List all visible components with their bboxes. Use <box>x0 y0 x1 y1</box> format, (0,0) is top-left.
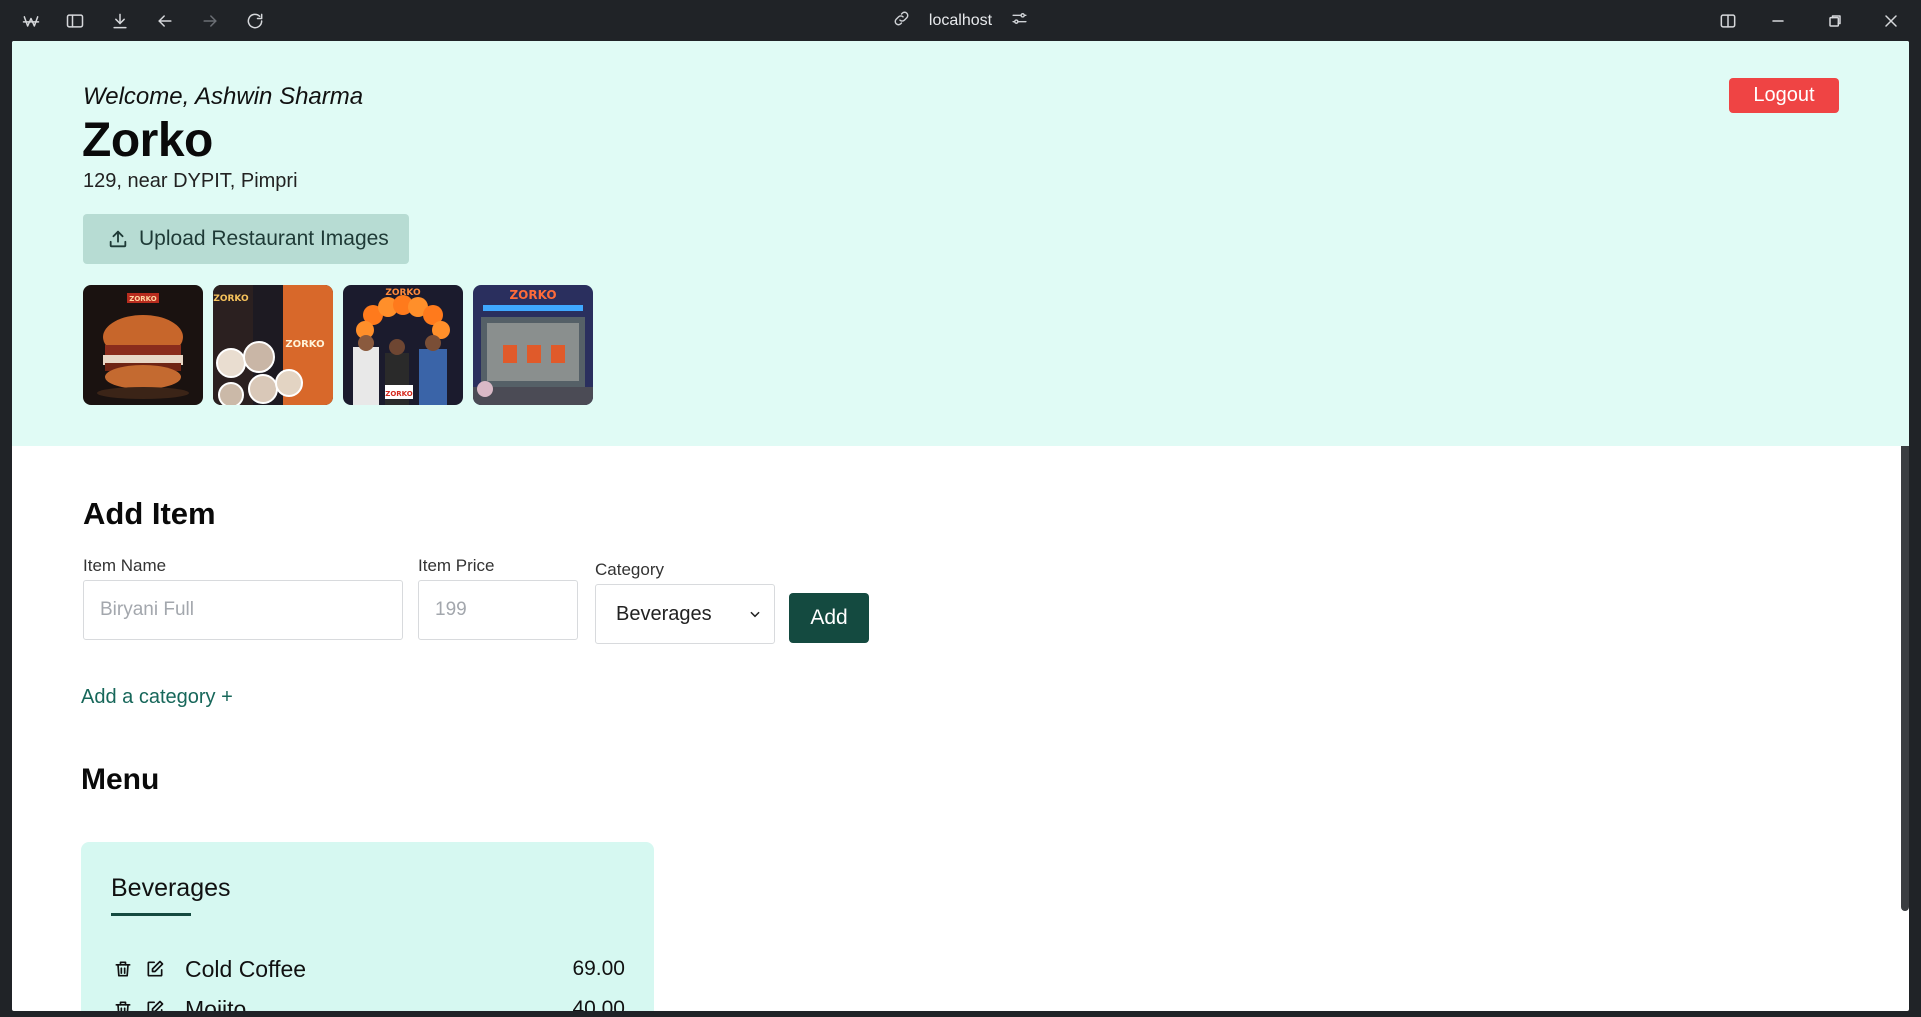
restaurant-image-burger[interactable]: ZORKO <box>83 285 203 405</box>
svg-text:ZORKO: ZORKO <box>129 295 157 303</box>
category-card: Beverages Cold Coffee 69.00 Mojito 40.00 <box>81 842 654 1011</box>
upload-images-button[interactable]: Upload Restaurant Images <box>83 214 409 264</box>
item-name-label: Item Name <box>83 556 167 575</box>
category-label: Category <box>595 560 664 579</box>
menu-item-row: Cold Coffee 69.00 <box>111 953 625 985</box>
category-select[interactable]: Beverages <box>595 584 775 644</box>
sidebar-icon[interactable] <box>63 9 87 33</box>
forward-icon[interactable] <box>198 9 222 33</box>
menu-item-price: 40.00 <box>572 997 625 1011</box>
back-icon[interactable] <box>153 9 177 33</box>
restaurant-images: ZORKO ZORKO ZORKO ZORKO ZORKO ZORKO <box>83 285 593 405</box>
logout-button[interactable]: Logout <box>1729 78 1839 113</box>
page-viewport: Welcome, Ashwin Sharma Zorko 129, near D… <box>12 41 1909 1011</box>
url-text[interactable]: localhost <box>929 12 992 30</box>
reload-icon[interactable] <box>243 9 267 33</box>
item-price-input[interactable] <box>418 580 578 640</box>
site-settings-icon[interactable] <box>1010 9 1029 32</box>
close-icon[interactable] <box>1879 9 1903 33</box>
menu-item-name: Cold Coffee <box>185 955 307 982</box>
menu-item-price: 69.00 <box>572 957 625 980</box>
svg-text:ZORKO: ZORKO <box>285 339 324 350</box>
category-selected-value: Beverages <box>616 602 712 625</box>
edit-icon[interactable] <box>143 997 167 1011</box>
edit-icon[interactable] <box>143 957 167 981</box>
delete-icon[interactable] <box>111 997 135 1011</box>
app-logo-icon[interactable] <box>19 9 43 33</box>
add-item-button[interactable]: Add <box>789 593 869 643</box>
add-item-title: Add Item <box>83 496 216 531</box>
download-icon[interactable] <box>108 9 132 33</box>
svg-text:ZORKO: ZORKO <box>213 294 249 304</box>
delete-icon[interactable] <box>111 957 135 981</box>
browser-titlebar: localhost <box>0 0 1921 41</box>
split-view-icon[interactable] <box>1716 9 1740 33</box>
menu-item-name: Mojito <box>185 995 247 1012</box>
add-category-link[interactable]: Add a category + <box>81 686 233 709</box>
restaurant-address: 129, near DYPIT, Pimpri <box>83 170 298 192</box>
address-bar: localhost <box>0 0 1921 41</box>
restaurant-image-opening[interactable]: ZORKO ZORKO <box>343 285 463 405</box>
chevron-down-icon <box>750 611 760 618</box>
restaurant-name: Zorko <box>82 114 213 167</box>
restaurant-header: Welcome, Ashwin Sharma Zorko 129, near D… <box>12 41 1909 446</box>
item-name-input[interactable] <box>83 580 403 640</box>
welcome-text: Welcome, Ashwin Sharma <box>83 83 364 110</box>
restaurant-image-storefront[interactable]: ZORKO <box>473 285 593 405</box>
svg-text:ZORKO: ZORKO <box>509 288 556 302</box>
restore-icon[interactable] <box>1823 9 1847 33</box>
menu-item-row: Mojito 40.00 <box>111 993 625 1011</box>
upload-images-label: Upload Restaurant Images <box>139 227 389 250</box>
menu-title: Menu <box>81 763 160 796</box>
minimize-icon[interactable] <box>1766 9 1790 33</box>
link-icon[interactable] <box>892 9 911 32</box>
category-underline <box>111 913 191 916</box>
svg-text:ZORKO: ZORKO <box>385 390 413 398</box>
item-price-label: Item Price <box>418 556 495 575</box>
upload-icon <box>109 230 127 248</box>
restaurant-image-team[interactable]: ZORKO ZORKO <box>213 285 333 405</box>
category-name: Beverages <box>111 874 231 902</box>
